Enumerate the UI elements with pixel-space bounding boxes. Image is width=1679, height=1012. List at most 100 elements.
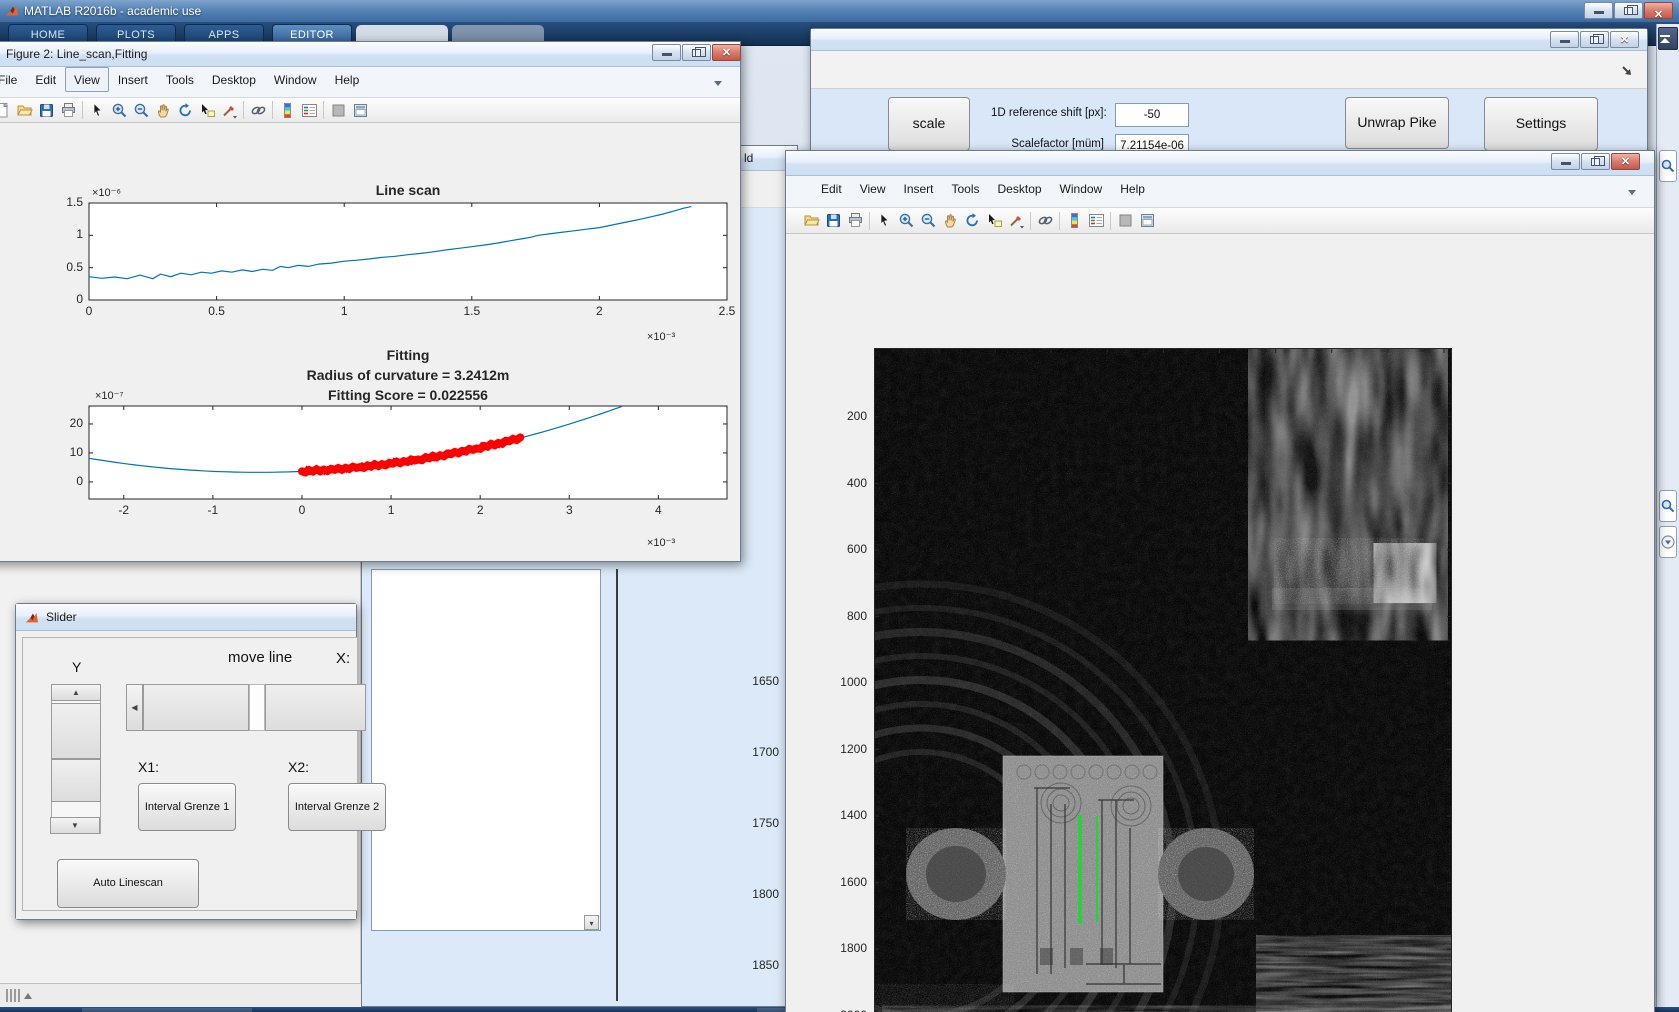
dock-frame-icon[interactable] [350, 100, 370, 120]
data-cursor-icon[interactable] [984, 211, 1004, 231]
minimize-button[interactable] [1551, 153, 1580, 170]
x-slider[interactable]: ◀ [126, 684, 366, 731]
dock-gray-icon[interactable] [328, 100, 348, 120]
ref-shift-field[interactable]: -50 [1115, 103, 1189, 127]
save-icon[interactable] [823, 211, 843, 231]
y-slider[interactable]: ▲ [51, 684, 101, 834]
y-slider-down-button[interactable]: ▼ [50, 817, 100, 834]
menu-insert[interactable]: Insert [894, 176, 942, 201]
listbox-scroll-down-button[interactable]: ▾ [584, 915, 599, 930]
strip-search-button-2[interactable] [1659, 490, 1677, 522]
link-plots-icon[interactable] [248, 100, 268, 120]
menu-window[interactable]: Window [265, 67, 326, 92]
y-slider-thumb-2[interactable] [51, 759, 101, 802]
pan-icon[interactable] [153, 100, 173, 120]
fitting-xtick: -2 [118, 503, 130, 517]
restore-button[interactable] [1581, 153, 1610, 170]
dock-frame-icon[interactable] [1137, 211, 1157, 231]
menu-help[interactable]: Help [1111, 176, 1154, 201]
menu-view[interactable]: View [851, 176, 895, 201]
zoom-out-icon[interactable] [131, 100, 151, 120]
listbox[interactable] [371, 569, 601, 931]
x-slider-left-button[interactable]: ◀ [126, 684, 143, 731]
menu-desktop[interactable]: Desktop [203, 67, 265, 92]
legend-icon[interactable] [1086, 211, 1106, 231]
strip-search-button[interactable] [1659, 150, 1677, 182]
menu-window[interactable]: Window [1051, 176, 1112, 201]
zoom-in-icon[interactable] [109, 100, 129, 120]
menu-edit[interactable]: Edit [26, 67, 65, 92]
brush-icon[interactable] [219, 100, 239, 120]
image-ytick: 800 [846, 608, 867, 623]
menu-desktop[interactable]: Desktop [989, 176, 1051, 201]
close-button[interactable]: ✕ [1610, 31, 1639, 48]
open-folder-icon[interactable] [801, 211, 821, 231]
x-slider-thumb-2[interactable] [265, 684, 366, 731]
rotate-3d-icon[interactable] [962, 211, 982, 231]
data-cursor-icon[interactable] [197, 100, 217, 120]
image-ytick: 1000 [840, 675, 867, 689]
strip-expand-button[interactable] [1659, 526, 1677, 558]
close-button[interactable]: ✕ [1611, 153, 1640, 170]
menu-insert[interactable]: Insert [109, 67, 157, 92]
restore-button[interactable] [1580, 31, 1609, 48]
open-folder-icon[interactable] [14, 100, 34, 120]
minimize-button[interactable] [1550, 31, 1579, 48]
control-gui-subbar [811, 51, 1647, 89]
legend-icon[interactable] [299, 100, 319, 120]
zoom-out-icon[interactable] [918, 211, 938, 231]
menubar-chevron-icon[interactable] [1626, 186, 1638, 198]
slider-titlebar: Slider [16, 604, 356, 631]
main-window-controls: ✕ [1583, 2, 1673, 21]
brush-icon[interactable] [1006, 211, 1026, 231]
menu-view[interactable]: View [65, 67, 109, 92]
x-slider-track[interactable] [249, 684, 265, 731]
save-icon[interactable] [36, 100, 56, 120]
unwrap-pike-button[interactable]: Unwrap Pike [1345, 97, 1449, 149]
close-button[interactable]: ✕ [712, 44, 741, 61]
colorbar-icon[interactable] [1064, 211, 1084, 231]
menu-help[interactable]: Help [326, 67, 369, 92]
interval-grenze-2-button[interactable]: Interval Grenze 2 [288, 783, 386, 831]
y-slider-thumb[interactable] [51, 703, 101, 759]
print-icon[interactable] [845, 211, 865, 231]
minimize-button[interactable] [652, 44, 681, 61]
rotate-3d-icon[interactable] [175, 100, 195, 120]
y-axis-label: Y [72, 659, 82, 675]
restore-button[interactable] [1614, 2, 1643, 19]
fitting-xtick: 4 [655, 503, 662, 517]
slider-window-title: Slider [46, 610, 77, 624]
grip-arrow-icon[interactable] [24, 993, 32, 999]
zoom-in-icon[interactable] [896, 211, 916, 231]
y-slider-up-button[interactable]: ▲ [51, 684, 101, 701]
pan-icon[interactable] [940, 211, 960, 231]
auto-linescan-button[interactable]: Auto Linescan [57, 859, 199, 908]
collapse-strip-button[interactable] [1658, 27, 1678, 50]
menu-file[interactable]: File [0, 67, 26, 92]
window-title-fragment: ld [744, 151, 754, 165]
linescan-ytick: 0 [76, 292, 83, 306]
interferogram-image[interactable] [874, 348, 1452, 1012]
toolbar-separator [1059, 211, 1060, 230]
x-slider-thumb[interactable] [143, 684, 249, 731]
linescan-ytick: 1 [76, 227, 83, 242]
x-value-label: X: [336, 650, 351, 667]
menu-tools[interactable]: Tools [157, 67, 203, 92]
restore-button[interactable] [682, 44, 711, 61]
menubar-chevron-icon[interactable] [712, 77, 724, 89]
dock-gray-icon[interactable] [1115, 211, 1135, 231]
interval-grenze-1-button[interactable]: Interval Grenze 1 [138, 783, 236, 831]
close-button[interactable]: ✕ [1644, 2, 1673, 21]
settings-button[interactable]: Settings [1484, 97, 1598, 151]
image-ytick: 2000 [822, 1008, 867, 1012]
minimize-button[interactable] [1584, 2, 1613, 19]
link-plots-icon[interactable] [1035, 211, 1055, 231]
print-icon[interactable] [58, 100, 78, 120]
scale-button[interactable]: scale [888, 97, 970, 151]
pointer-icon[interactable] [87, 100, 107, 120]
colorbar-icon[interactable] [277, 100, 297, 120]
new-doc-icon[interactable] [0, 100, 12, 120]
menu-tools[interactable]: Tools [943, 176, 989, 201]
pointer-icon[interactable] [874, 211, 894, 231]
resize-arrow-icon[interactable] [1621, 65, 1633, 77]
